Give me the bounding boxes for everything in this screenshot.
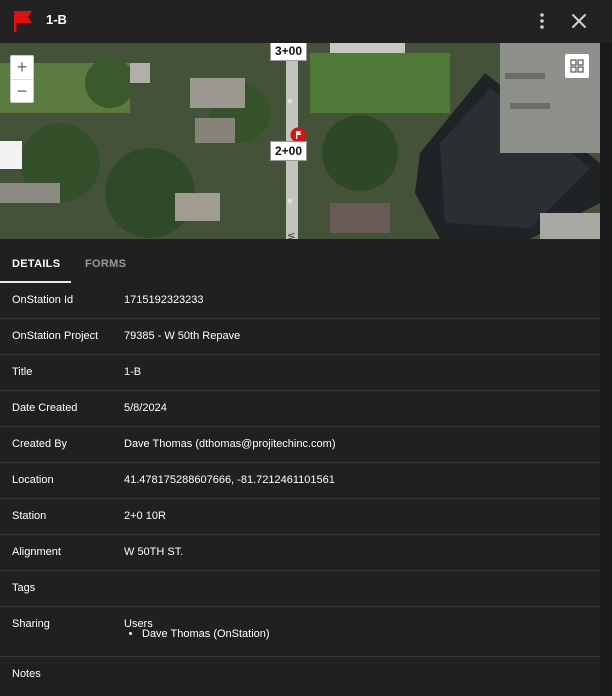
zoom-out-button[interactable]: − (11, 80, 33, 103)
detail-label: Station (12, 510, 47, 522)
detail-value: 5/8/2024 (124, 402, 167, 414)
layers-button[interactable] (565, 54, 589, 78)
station-label-current: 2+00 (270, 141, 308, 161)
flag-icon (14, 11, 32, 32)
detail-row-title: Title 1-B (0, 355, 600, 391)
page-title: 1-B (46, 12, 67, 27)
details-list: OnStation Id 1715192323233 OnStation Pro… (0, 283, 600, 691)
tab-details[interactable]: DETAILS (12, 258, 60, 270)
detail-row-sharing: Sharing Users Dave Thomas (OnStation) (0, 607, 600, 657)
list-item: Dave Thomas (OnStation) (142, 628, 270, 640)
zoom-control: + − (10, 55, 34, 103)
detail-row-created-by: Created By Dave Thomas (dthomas@projitec… (0, 427, 600, 463)
detail-row-station: Station 2+0 10R (0, 499, 600, 535)
detail-label: Location (12, 474, 54, 486)
shared-users-list: Dave Thomas (OnStation) (124, 628, 270, 640)
detail-row-location: Location 41.478175288607666, -81.7212461… (0, 463, 600, 499)
detail-value: 1715192323233 (124, 294, 204, 306)
detail-row-date-created: Date Created 5/8/2024 (0, 391, 600, 427)
detail-row-onstation-project: OnStation Project 79385 - W 50th Repave (0, 319, 600, 355)
detail-row-alignment: Alignment W 50TH ST. (0, 535, 600, 571)
map-view[interactable]: W 5 + − 3+00 2+00 (0, 43, 600, 239)
close-icon[interactable] (568, 10, 590, 32)
detail-value: W 50TH ST. (124, 546, 184, 558)
detail-row-tags: Tags (0, 571, 600, 607)
station-label-top: 3+00 (270, 43, 308, 61)
detail-value: 41.478175288607666, -81.7212461101561 (124, 474, 335, 486)
dialog-header: 1-B (0, 0, 612, 43)
detail-label: Date Created (12, 402, 78, 414)
detail-value: Dave Thomas (dthomas@projitechinc.com) (124, 438, 336, 450)
layers-icon (570, 59, 584, 73)
detail-label: Tags (12, 582, 36, 594)
scrollbar[interactable] (600, 43, 612, 696)
detail-label: OnStation Project (12, 330, 99, 342)
tab-forms[interactable]: FORMS (85, 258, 126, 270)
detail-label: Title (12, 366, 33, 378)
detail-label: OnStation Id (12, 294, 74, 306)
detail-value: 1-B (124, 366, 142, 378)
detail-label: Notes (12, 668, 41, 680)
detail-label: Created By (12, 438, 68, 450)
detail-value: 79385 - W 50th Repave (124, 330, 241, 342)
tab-bar: DETAILS FORMS (0, 239, 612, 283)
zoom-in-button[interactable]: + (11, 56, 33, 80)
detail-row-onstation-id: OnStation Id 1715192323233 (0, 283, 600, 319)
more-vert-icon[interactable] (531, 10, 553, 32)
detail-value: 2+0 10R (124, 510, 166, 522)
detail-label: Sharing (12, 618, 50, 630)
detail-label: Alignment (12, 546, 61, 558)
detail-row-notes: Notes (0, 657, 600, 691)
